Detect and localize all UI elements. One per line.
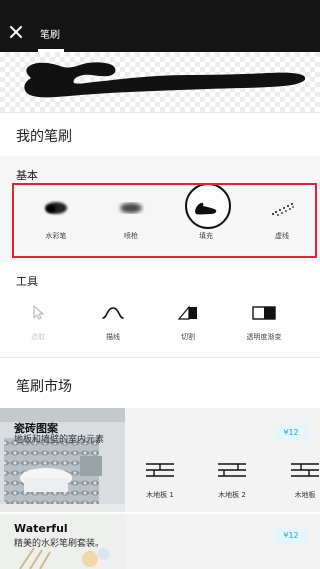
- price-badge[interactable]: ¥12: [274, 425, 308, 441]
- cut-icon: [158, 302, 218, 324]
- tool-select[interactable]: 选取: [8, 298, 68, 348]
- tool-label: 选取: [31, 333, 45, 341]
- divider: [0, 112, 320, 113]
- tool-cut[interactable]: 切割: [158, 298, 218, 348]
- tool-list: 选取 描线 切割 透明度渐变: [0, 298, 320, 348]
- my-brushes-title: 我的笔刷: [16, 129, 72, 145]
- divider: [0, 357, 320, 358]
- wood-floor-1-icon: [125, 458, 195, 482]
- tool-label: 切割: [181, 333, 195, 341]
- tile-brush-label: 木地板 1: [146, 491, 174, 499]
- tile-brush-label: 木地板 2: [218, 491, 246, 499]
- card-description: 精美的水彩笔刷套装。: [14, 539, 105, 549]
- tile-brush-item[interactable]: 木地板 2: [197, 454, 267, 506]
- curve-icon: [83, 302, 143, 324]
- tool-label: 透明度渐变: [246, 333, 282, 341]
- card-description: 地板和墙壁的室内元素: [14, 435, 105, 445]
- opacity-gradient-icon: [234, 302, 294, 324]
- brush-market-title: 笔刷市场: [16, 379, 72, 395]
- top-bar: 笔刷: [0, 0, 320, 52]
- brush-stroke-preview: [0, 52, 320, 112]
- tool-opacity[interactable]: 透明度渐变: [234, 298, 294, 348]
- tile-brush-list: 木地板 1 木地板 2 木地板: [125, 454, 320, 506]
- card-title: Waterful: [14, 522, 68, 535]
- tile-brush-label: 木地板: [294, 491, 316, 499]
- close-icon[interactable]: [6, 22, 26, 42]
- tile-brush-item[interactable]: 木地板 1: [125, 454, 195, 506]
- basic-title: 基本: [16, 169, 38, 182]
- wood-floor-3-icon: [270, 458, 320, 482]
- wood-floor-2-icon: [197, 458, 267, 482]
- market-card-waterful[interactable]: Waterful 精美的水彩笔刷套装。 ¥12: [0, 514, 320, 569]
- tool-label: 描线: [106, 333, 120, 341]
- tab-brush[interactable]: 笔刷: [40, 26, 60, 41]
- tool-stroke[interactable]: 描线: [83, 298, 143, 348]
- cursor-icon: [8, 302, 68, 324]
- highlight-annotation-box: [12, 183, 317, 258]
- price-badge[interactable]: ¥12: [274, 528, 308, 544]
- tools-title: 工具: [16, 275, 38, 288]
- tile-brush-item[interactable]: 木地板: [270, 454, 320, 506]
- brush-stroke-shape: [24, 62, 306, 98]
